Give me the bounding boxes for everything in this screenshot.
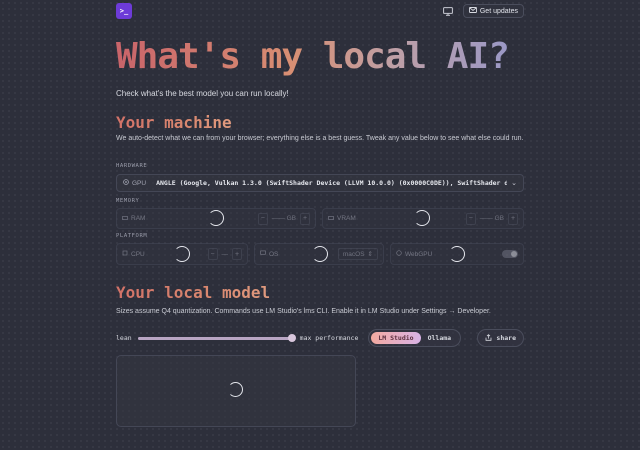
vram-label: VRAM xyxy=(337,215,356,222)
local-model-section-title: Your local model xyxy=(116,283,271,302)
runtime-option-lm-studio[interactable]: LM Studio xyxy=(371,332,421,344)
cpu-field-label: CPU xyxy=(122,250,145,258)
platform-label: PLATFORM xyxy=(116,233,148,239)
ram-loading-spinner-icon xyxy=(208,210,224,226)
gpu-label: GPU xyxy=(132,179,147,187)
vram-decrement-button[interactable]: − xyxy=(465,212,476,225)
vram-field-label: VRAM xyxy=(328,215,356,223)
ram-icon xyxy=(122,215,128,223)
gpu-chip-icon xyxy=(123,179,129,187)
gpu-field-label: GPU xyxy=(123,179,146,187)
hardware-label: HARDWARE xyxy=(116,163,148,169)
webgpu-field-label: WebGPU xyxy=(396,250,432,258)
vram-stepper: − —— GB + xyxy=(465,212,518,225)
monitor-icon[interactable] xyxy=(442,6,453,16)
mail-icon xyxy=(468,7,477,15)
cpu-value[interactable]: — xyxy=(218,251,233,258)
webgpu-toggle[interactable] xyxy=(502,250,518,258)
vram-increment-button[interactable]: + xyxy=(508,212,518,225)
cpu-icon xyxy=(122,250,128,258)
os-loading-spinner-icon xyxy=(312,246,328,262)
os-icon xyxy=(260,250,266,258)
page-title: What's my local AI? xyxy=(116,36,510,77)
share-button[interactable]: share xyxy=(477,329,524,347)
gpu-value: ANGLE (Google, Vulkan 1.3.0 (SwiftShader… xyxy=(156,179,508,187)
ram-field-label: RAM xyxy=(122,215,145,223)
cpu-decrement-button[interactable]: − xyxy=(207,248,218,260)
local-model-description: Sizes assume Q4 quantization. Commands u… xyxy=(116,308,491,315)
vram-value[interactable]: —— GB xyxy=(476,215,508,222)
cpu-label: CPU xyxy=(131,250,145,258)
ram-increment-button[interactable]: + xyxy=(300,212,310,225)
os-value: macOS xyxy=(342,250,365,258)
terminal-logo-icon[interactable]: >_ xyxy=(116,3,132,19)
os-select[interactable]: macOS ⇕ xyxy=(337,248,378,260)
webgpu-icon xyxy=(396,250,402,258)
slider-right-label: max performance xyxy=(299,334,359,342)
runtime-toggle: LM Studio Ollama xyxy=(368,329,462,347)
cpu-stepper: − — + xyxy=(207,248,242,260)
slider-fill xyxy=(137,337,292,340)
vram-icon xyxy=(328,215,334,223)
get-updates-button[interactable]: Get updates xyxy=(462,4,524,18)
share-label: share xyxy=(496,334,516,342)
cpu-loading-spinner-icon xyxy=(174,246,190,262)
performance-slider[interactable] xyxy=(137,334,296,342)
chevron-down-icon: ⌄ xyxy=(511,180,517,187)
gpu-select[interactable]: GPU ANGLE (Google, Vulkan 1.3.0 (SwiftSh… xyxy=(116,174,524,192)
chevron-updown-icon: ⇕ xyxy=(367,251,373,258)
ram-label: RAM xyxy=(131,215,146,222)
share-icon xyxy=(485,333,492,343)
ram-decrement-button[interactable]: − xyxy=(257,212,268,225)
ram-stepper: − —— GB + xyxy=(257,212,310,225)
top-bar: >_ Get updates xyxy=(116,2,524,20)
os-label: OS xyxy=(269,250,279,258)
ram-value[interactable]: —— GB xyxy=(268,215,300,222)
machine-section-title: Your machine xyxy=(116,113,232,132)
top-actions: Get updates xyxy=(442,4,524,18)
webgpu-loading-spinner-icon xyxy=(449,246,465,262)
machine-description: We auto-detect what we can from your bro… xyxy=(116,135,524,142)
os-field-label: OS xyxy=(260,250,278,258)
page-subtitle: Check what's the best model you can run … xyxy=(116,89,289,98)
cpu-increment-button[interactable]: + xyxy=(232,248,242,260)
memory-label: MEMORY xyxy=(116,198,140,204)
slider-left-label: lean xyxy=(116,334,132,342)
webgpu-label: WebGPU xyxy=(405,250,433,258)
runtime-option-ollama[interactable]: Ollama xyxy=(421,332,458,344)
model-controls: lean max performance LM Studio Ollama sh… xyxy=(116,329,524,347)
slider-handle[interactable] xyxy=(287,334,296,342)
model-loading-spinner-icon xyxy=(228,382,243,397)
get-updates-label: Get updates xyxy=(479,7,518,15)
vram-loading-spinner-icon xyxy=(414,210,430,226)
